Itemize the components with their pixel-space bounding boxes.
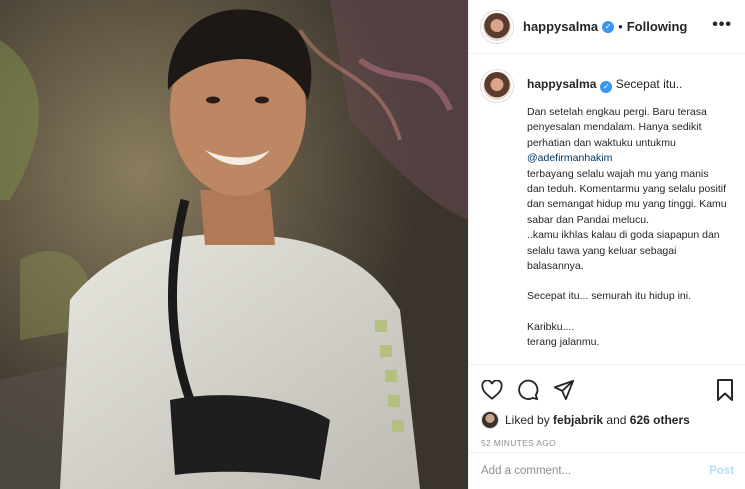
bookmark-icon[interactable]: [716, 379, 734, 401]
caption-line-3: ..kamu ikhlas kalau di goda siapapun dan…: [527, 229, 720, 273]
post-actions: Liked by febjabrik and 626 others 52 MIN…: [469, 364, 745, 448]
liked-by-joiner: and: [606, 413, 627, 427]
verified-badge-icon: ✓: [600, 81, 613, 93]
comment-input[interactable]: [481, 465, 710, 477]
liker-username[interactable]: febjabrik: [553, 413, 603, 427]
caption-first-text: Secepat itu..: [615, 77, 683, 91]
verified-badge-icon: ✓: [602, 20, 615, 33]
author-avatar[interactable]: [481, 10, 513, 43]
liked-by-prefix: Liked by: [505, 413, 550, 427]
caption-author-username[interactable]: happysalma: [527, 77, 596, 91]
likes-count[interactable]: 626 others: [630, 413, 690, 427]
post-photo[interactable]: [0, 0, 468, 489]
caption-first-line: happysalma ✓ Secepat itu..: [527, 76, 727, 93]
post-timestamp[interactable]: 52 MINUTES AGO: [481, 438, 734, 448]
caption-line-6: terang jalanmu.: [527, 336, 600, 349]
liked-by-row: Liked by febjabrik and 626 others: [481, 411, 734, 429]
caption-mention[interactable]: @adefirmanhakim: [527, 151, 727, 166]
action-row: [481, 377, 734, 403]
more-options-icon[interactable]: •••: [712, 16, 732, 34]
separator-dot: •: [618, 19, 623, 34]
post-photo-image: [0, 0, 468, 489]
caption-row: happysalma ✓ Secepat itu.. Dan setelah en…: [481, 70, 734, 351]
comment-bar: Post: [469, 452, 745, 489]
caption-text: happysalma ✓ Secepat itu.. Dan setelah en…: [527, 70, 727, 351]
caption-line-5: Karibku....: [527, 320, 575, 333]
caption-line-4: Secepat itu... semurah itu hidup ini.: [527, 290, 692, 303]
caption-author-avatar[interactable]: [481, 70, 513, 102]
caption-line-2: terbayang selalu wajah mu yang manis dan…: [527, 167, 727, 226]
caption-body: Dan setelah engkau pergi. Baru terasa pe…: [527, 105, 727, 351]
post-side-panel: happysalma ✓ • Following ••• happysalma ✓…: [468, 0, 745, 489]
author-username[interactable]: happysalma: [523, 19, 598, 34]
caption-area: happysalma ✓ Secepat itu.. Dan setelah en…: [469, 54, 745, 364]
heart-icon[interactable]: [481, 380, 503, 400]
post-comment-button[interactable]: Post: [709, 465, 734, 477]
following-button[interactable]: Following: [627, 19, 688, 34]
share-icon[interactable]: [553, 379, 575, 401]
post-header: happysalma ✓ • Following •••: [469, 0, 745, 54]
caption-line-1: Dan setelah engkau pergi. Baru terasa pe…: [527, 106, 707, 149]
comment-icon[interactable]: [517, 379, 539, 401]
liker-avatar[interactable]: [481, 411, 499, 429]
